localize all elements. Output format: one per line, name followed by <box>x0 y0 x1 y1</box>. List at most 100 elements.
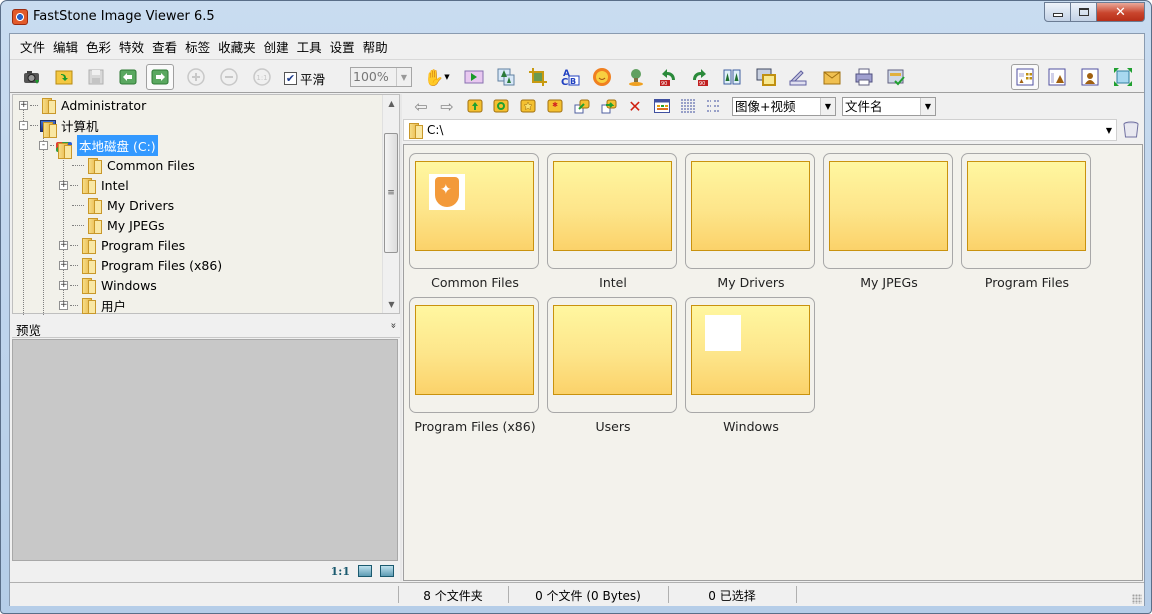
next-button[interactable] <box>146 64 174 90</box>
browser-preview-layout-button[interactable] <box>1043 64 1071 90</box>
scroll-up-icon[interactable]: ▲ <box>383 95 400 112</box>
minimize-button[interactable] <box>1044 2 1071 22</box>
collapse-icon[interactable]: - <box>19 120 28 130</box>
collapse-preview-icon[interactable]: » <box>387 322 398 328</box>
menu-view[interactable]: 查看 <box>148 37 181 56</box>
thumbnail-item[interactable]: Common Files <box>409 153 541 297</box>
parent-folder-button[interactable] <box>464 96 486 116</box>
thumbnail-item[interactable]: Intel <box>547 153 679 297</box>
preview-layout-button[interactable] <box>1076 64 1104 90</box>
thumbnail-item[interactable]: My JPEGs <box>823 153 955 297</box>
wallpaper-button[interactable] <box>752 64 780 90</box>
file-filter-select[interactable]: 图像+视频 ▼ <box>732 97 836 116</box>
details-view-button[interactable] <box>703 96 725 116</box>
save-button[interactable] <box>82 64 110 90</box>
compare-button[interactable] <box>718 64 746 90</box>
email-button[interactable] <box>818 64 846 90</box>
move-to-button[interactable] <box>598 96 620 116</box>
preview-toolbar: 1:1 <box>12 561 400 581</box>
actual-size-button[interactable]: 1:1 <box>331 565 350 578</box>
scrollbar-thumb[interactable]: ≡ <box>384 133 398 253</box>
thumbnail-item[interactable]: Windows <box>685 297 817 441</box>
menu-settings[interactable]: 设置 <box>326 37 359 56</box>
menu-tags[interactable]: 标签 <box>181 37 214 56</box>
screen-capture-button[interactable] <box>18 64 46 90</box>
thumbnail-item[interactable]: My Drivers <box>685 153 817 297</box>
menu-favorites[interactable]: 收藏夹 <box>214 37 260 56</box>
back-button[interactable]: ⇦ <box>410 96 432 116</box>
clear-history-button[interactable] <box>1122 121 1140 139</box>
sort-select[interactable]: 文件名 ▼ <box>842 97 936 116</box>
zoom-select[interactable]: 100% ▼ <box>350 67 412 87</box>
refresh-button[interactable] <box>490 96 512 116</box>
tree-item-selected[interactable]: - 本地磁盘 (C:) <box>39 134 158 159</box>
menu-help[interactable]: 帮助 <box>359 37 392 56</box>
tree-item[interactable]: + Program Files (x86) <box>59 255 222 275</box>
expand-icon[interactable]: + <box>59 280 68 290</box>
tree-item[interactable]: My Drivers <box>59 195 174 215</box>
fit-window-icon[interactable] <box>358 565 372 577</box>
thumbnail-item[interactable]: Program Files (x86) <box>409 297 541 441</box>
open-folder-button[interactable] <box>50 64 78 90</box>
actual-size-button[interactable]: 1:1 <box>248 64 276 90</box>
forward-button[interactable]: ⇨ <box>436 96 458 116</box>
thumbnail-view-button[interactable] <box>651 96 673 116</box>
thumbnail-item[interactable]: Program Files <box>961 153 1093 297</box>
tree-item-label: 用户 <box>101 298 127 314</box>
crop-button[interactable] <box>524 64 552 90</box>
tree-item[interactable]: - 计算机 <box>19 115 99 138</box>
menu-edit[interactable]: 编辑 <box>49 37 82 56</box>
tree-item[interactable]: + 用户 <box>59 295 126 315</box>
menu-create[interactable]: 创建 <box>260 37 293 56</box>
maximize-button[interactable] <box>1071 2 1097 22</box>
copy-to-button[interactable] <box>571 96 593 116</box>
tree-scrollbar[interactable]: ▲ ≡ ▼ <box>382 95 399 313</box>
text-button[interactable]: ACB <box>556 64 584 90</box>
expand-icon[interactable]: + <box>59 240 68 250</box>
thumbnail-item[interactable]: Users <box>547 297 679 441</box>
stamp-button[interactable] <box>622 64 650 90</box>
zoom-in-button[interactable] <box>182 64 210 90</box>
resize-button[interactable] <box>492 64 520 90</box>
blank-image-icon <box>705 315 741 351</box>
menu-effects[interactable]: 特效 <box>115 37 148 56</box>
expand-icon[interactable]: + <box>59 260 68 270</box>
tree-item[interactable]: + Program Files <box>59 235 185 255</box>
preview-header: 预览 » <box>12 318 400 338</box>
fullscreen-button[interactable] <box>1109 64 1137 90</box>
expand-icon[interactable]: + <box>59 180 68 190</box>
menu-tools[interactable]: 工具 <box>293 37 326 56</box>
color-adjust-button[interactable] <box>588 64 616 90</box>
expand-icon[interactable]: + <box>19 100 28 110</box>
menu-file[interactable]: 文件 <box>16 37 49 56</box>
hand-tool-button[interactable]: ✋ ▼ <box>420 64 454 90</box>
scanner-button[interactable] <box>784 64 812 90</box>
new-folder-button[interactable]: ✱ <box>544 96 566 116</box>
list-view-button[interactable] <box>677 96 699 116</box>
slideshow-button[interactable] <box>460 64 488 90</box>
tree-item[interactable]: + Intel <box>59 175 129 195</box>
close-button[interactable]: ✕ <box>1097 2 1145 22</box>
previous-button[interactable] <box>114 64 142 90</box>
fullscreen-preview-icon[interactable] <box>380 565 394 577</box>
batch-button[interactable] <box>882 64 910 90</box>
browser-layout-button[interactable] <box>1011 64 1039 90</box>
rotate-left-button[interactable]: 90 <box>654 64 682 90</box>
delete-button[interactable]: ✕ <box>624 96 646 116</box>
chevron-down-icon[interactable]: ▼ <box>1102 126 1116 135</box>
zoom-out-button[interactable] <box>215 64 243 90</box>
collapse-icon[interactable]: - <box>39 140 48 150</box>
path-input[interactable]: C:\ ▼ <box>403 119 1117 141</box>
expand-icon[interactable]: + <box>59 300 68 310</box>
tree-item[interactable]: My JPEGs <box>59 215 164 235</box>
resize-grip-icon[interactable] <box>1132 594 1142 604</box>
tree-item[interactable]: + Windows <box>59 275 157 295</box>
print-button[interactable] <box>850 64 878 90</box>
tree-item[interactable]: Common Files <box>59 155 195 175</box>
favorites-button[interactable] <box>517 96 539 116</box>
menu-colors[interactable]: 色彩 <box>82 37 115 56</box>
smooth-checkbox[interactable]: ✔ 平滑 <box>284 69 325 88</box>
tree-item[interactable]: + Administrator <box>19 95 146 115</box>
scroll-down-icon[interactable]: ▼ <box>383 296 400 313</box>
rotate-right-button[interactable]: 90 <box>686 64 714 90</box>
